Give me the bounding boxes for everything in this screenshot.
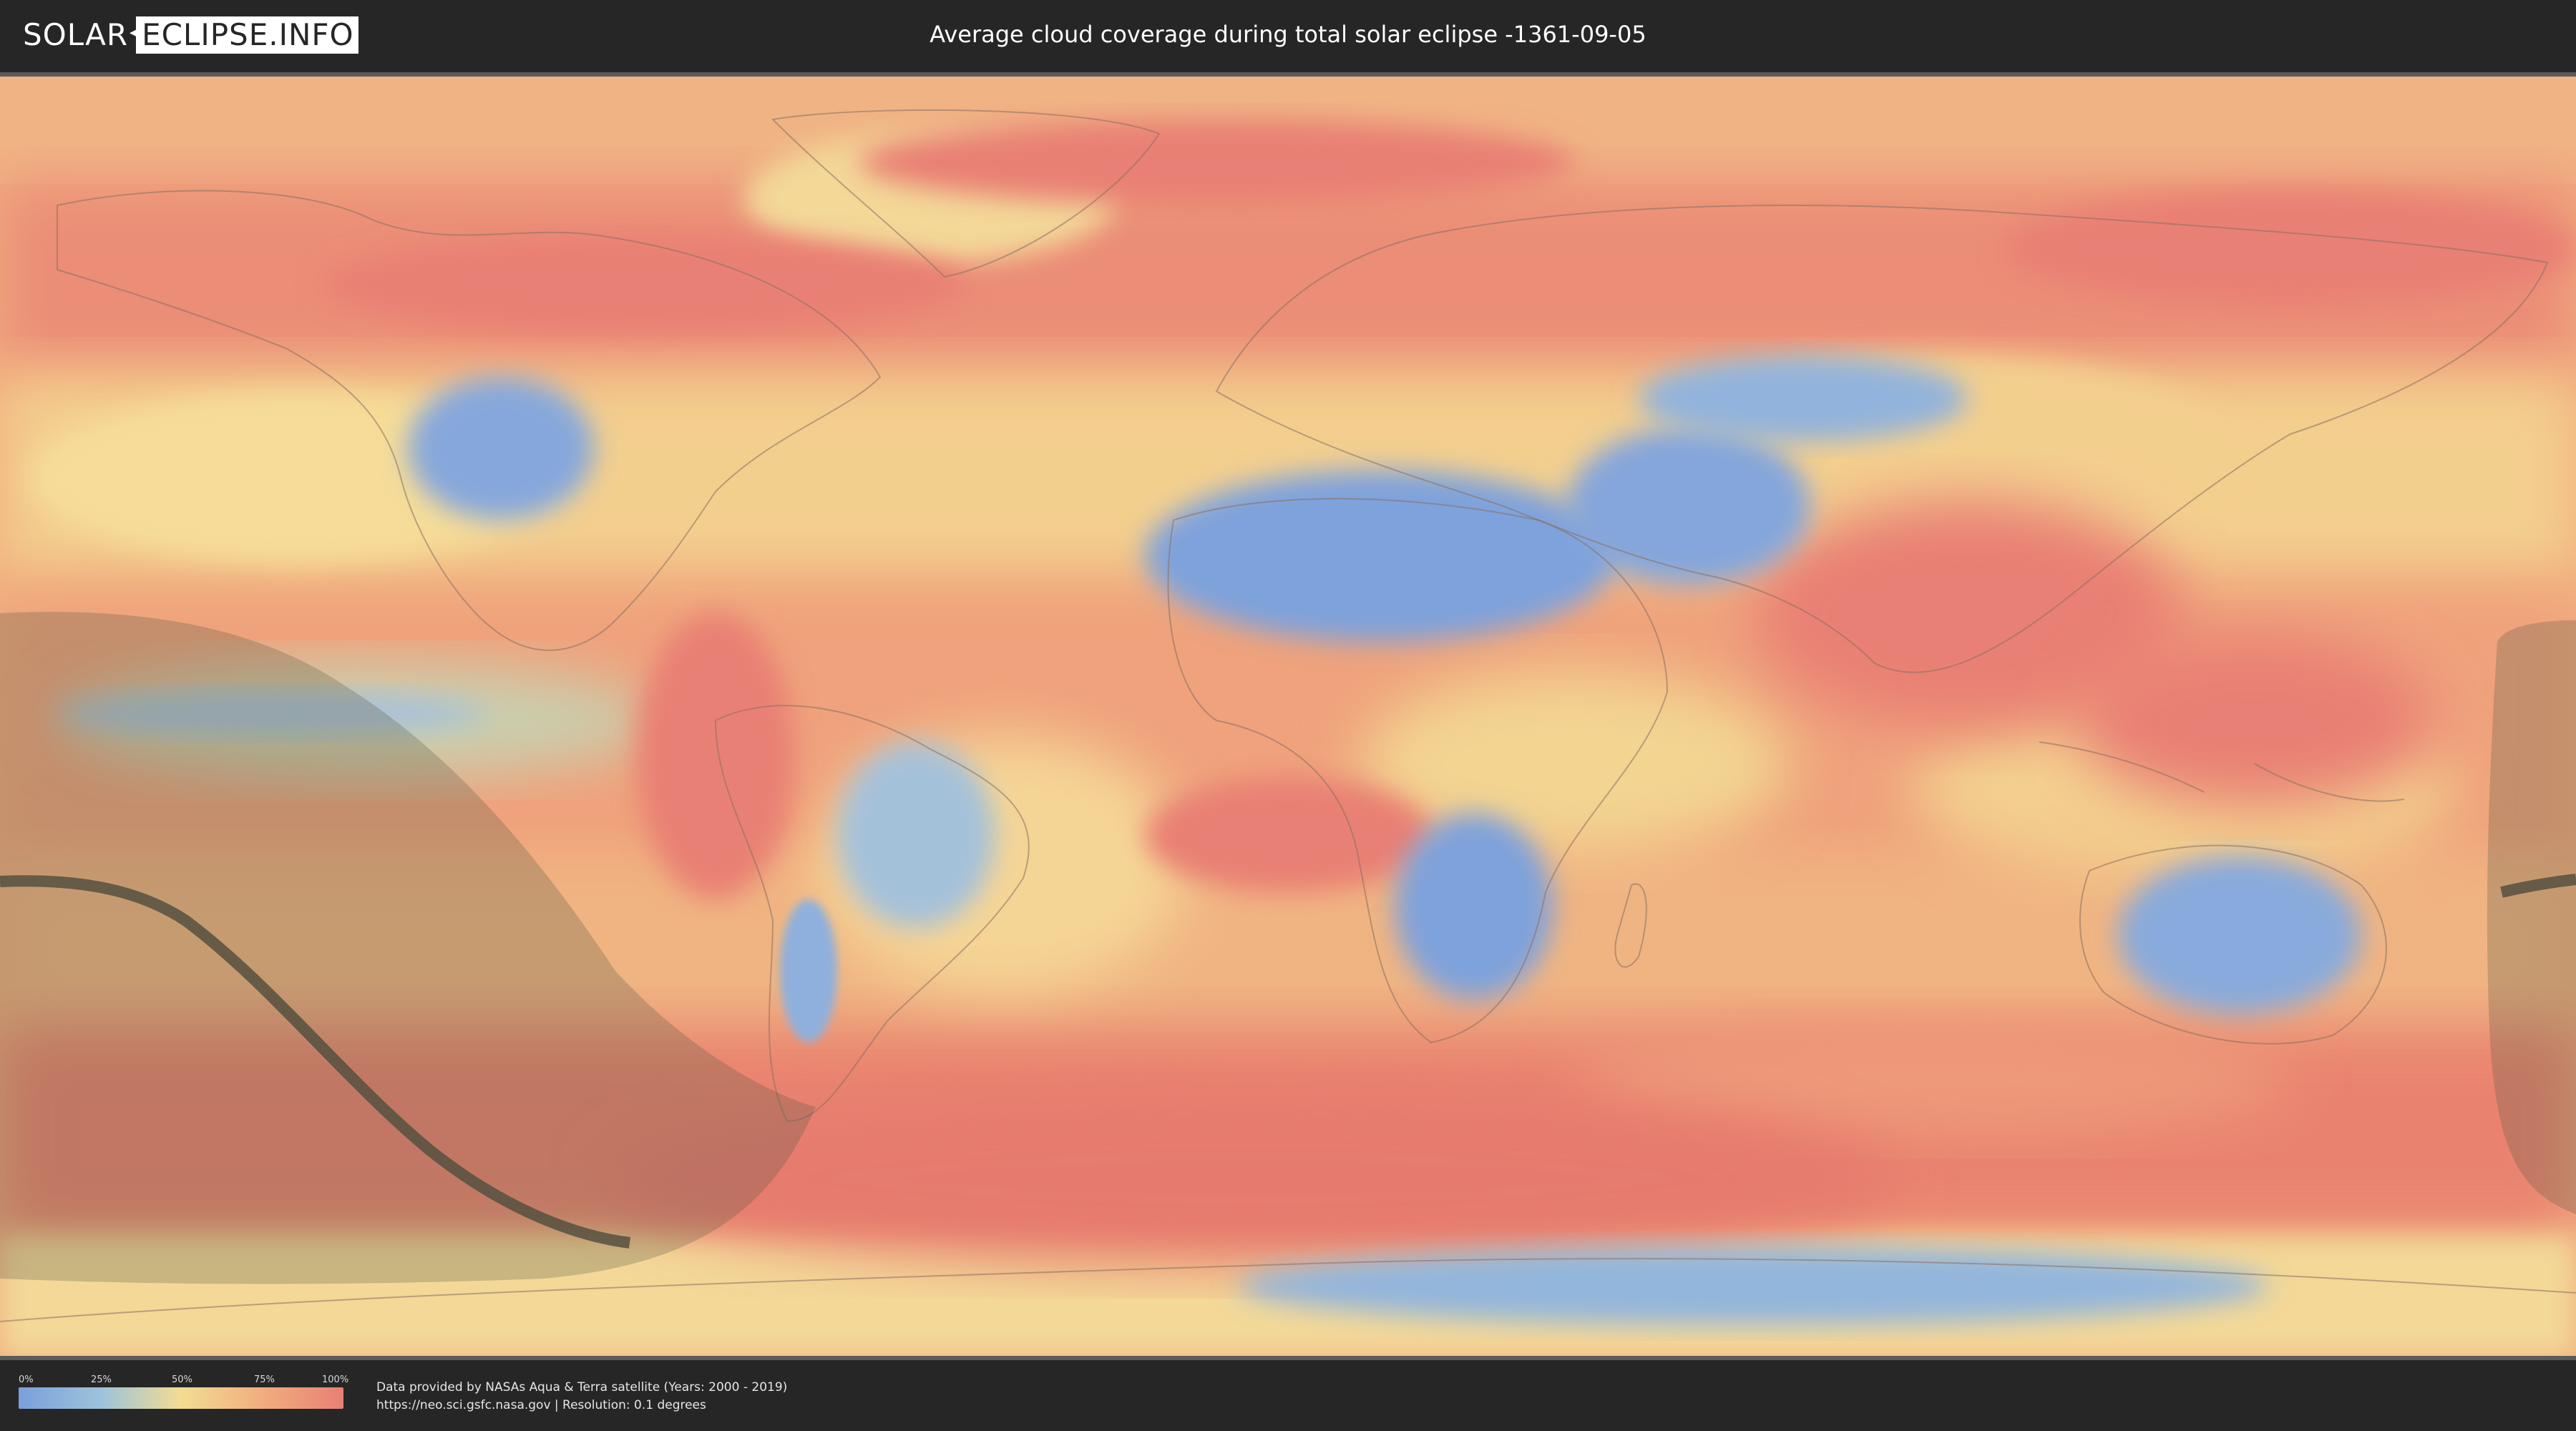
header-bar: SOLAR ◂ ECLIPSE.INFO Average cloud cover…: [0, 0, 2576, 73]
credits-line-url[interactable]: https://neo.sci.gsfc.nasa.gov | Resoluti…: [376, 1397, 787, 1415]
cloud-coverage-legend: 0% 25% 50% 75% 100%: [19, 1374, 348, 1409]
data-credits: Data provided by NASAs Aqua & Terra sate…: [376, 1379, 787, 1415]
footer-bar: 0% 25% 50% 75% 100% Data provided by NAS…: [0, 1360, 2576, 1431]
legend-tick-25: 25%: [91, 1374, 112, 1385]
credits-line-source: Data provided by NASAs Aqua & Terra sate…: [376, 1380, 788, 1395]
legend-tick-100: 100%: [322, 1374, 349, 1385]
legend-tick-0: 0%: [19, 1374, 34, 1385]
cloud-coverage-map[interactable]: [0, 77, 2576, 1357]
page-title: Average cloud coverage during total sola…: [930, 21, 1646, 48]
legend-color-scale: [19, 1387, 343, 1409]
legend-tick-75: 75%: [254, 1374, 275, 1385]
legend-tick-50: 50%: [172, 1374, 192, 1385]
legend-ticks: 0% 25% 50% 75% 100%: [19, 1374, 348, 1387]
